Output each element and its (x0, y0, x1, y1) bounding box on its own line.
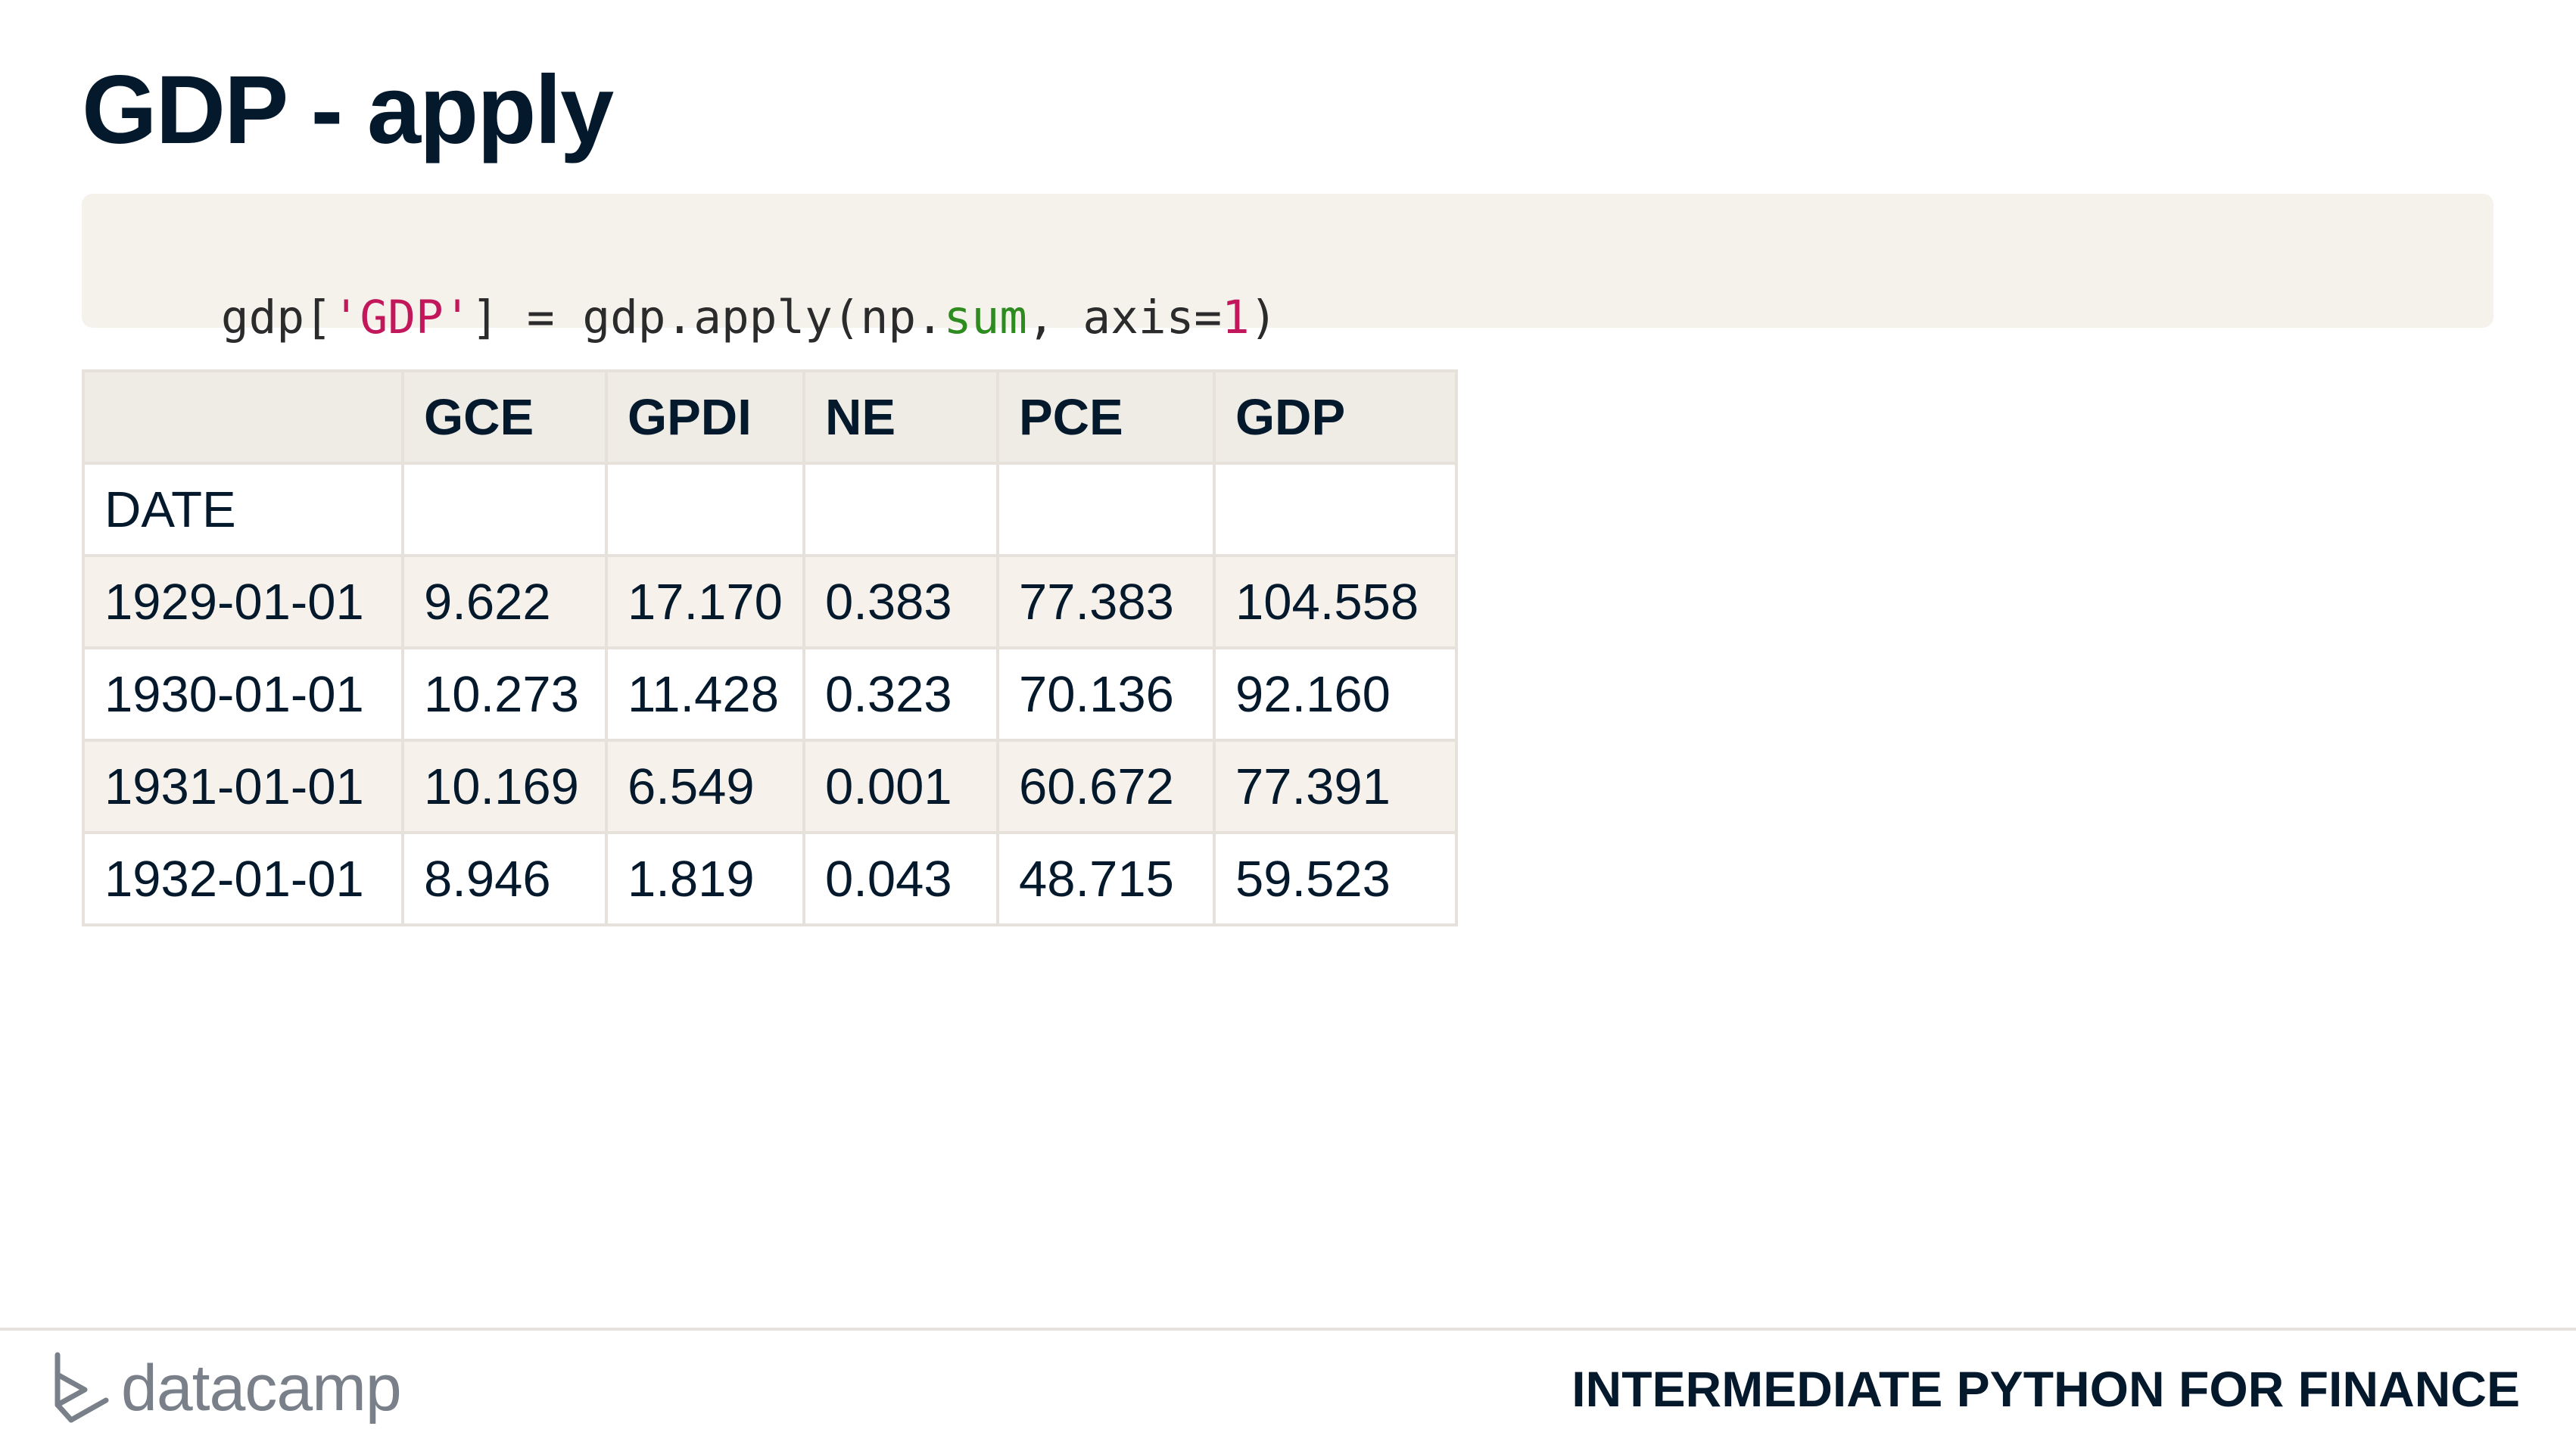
table-cell: 6.549 (605, 739, 805, 834)
column-header-gdp: GDP (1212, 369, 1458, 465)
code-token-string: 'GDP' (332, 291, 472, 344)
code-block: gdp['GDP'] = gdp.apply(np.sum, axis=1) (82, 194, 2493, 344)
table-cell: 8.946 (401, 831, 608, 926)
table-row: 1931-01-01 10.169 6.549 0.001 60.672 77.… (82, 739, 1458, 834)
code-token-function: sum (943, 291, 1027, 344)
table-cell (605, 462, 805, 557)
row-index-cell: 1930-01-01 (82, 646, 404, 742)
table-row: 1930-01-01 10.273 11.428 0.323 70.136 92… (82, 646, 1458, 742)
code-token: , axis= (1026, 291, 1223, 344)
column-header-gce: GCE (401, 369, 608, 465)
column-header-pce: PCE (995, 369, 1216, 465)
row-index-cell: 1931-01-01 (82, 739, 404, 834)
table-cell: 1.819 (605, 831, 805, 926)
table-cell: 10.273 (401, 646, 608, 742)
datacamp-logo: datacamp (51, 1350, 402, 1426)
table-cell: 11.428 (605, 646, 805, 742)
code-token: gdp[ (220, 291, 332, 344)
datacamp-logo-icon (55, 1352, 109, 1423)
table-cell: 9.622 (401, 554, 608, 649)
dataframe-table: GCE GPDI NE PCE GDP DATE 1929-01-01 9.62… (82, 369, 1458, 926)
table-header-row: GCE GPDI NE PCE GDP (82, 369, 1458, 465)
table-cell: 104.558 (1212, 554, 1458, 649)
table-cell: 0.043 (802, 831, 999, 926)
table-cell (1212, 462, 1458, 557)
code-token-number: 1 (1222, 291, 1250, 344)
column-header-ne: NE (802, 369, 999, 465)
table-cell: 48.715 (995, 831, 1216, 926)
table-cell: 59.523 (1212, 831, 1458, 926)
logo-text: datacamp (121, 1351, 402, 1425)
table-cell: 17.170 (605, 554, 805, 649)
footer-divider (0, 1328, 2576, 1331)
index-name-cell: DATE (82, 462, 404, 557)
code-token: ) (1249, 291, 1278, 344)
table-cell: 70.136 (995, 646, 1216, 742)
table-cell: 60.672 (995, 739, 1216, 834)
table-cell: 0.323 (802, 646, 999, 742)
row-index-cell: 1932-01-01 (82, 831, 404, 926)
table-cell: 77.383 (995, 554, 1216, 649)
table-cell: 77.391 (1212, 739, 1458, 834)
page-title: GDP - apply (82, 56, 614, 164)
table-cell: 10.169 (401, 739, 608, 834)
table-cell (401, 462, 608, 557)
table-cell: 0.383 (802, 554, 999, 649)
column-header-index (82, 369, 404, 465)
table-cell (995, 462, 1216, 557)
course-title: INTERMEDIATE PYTHON FOR FINANCE (1571, 1361, 2520, 1417)
index-name-row: DATE (82, 462, 1458, 557)
column-header-gpdi: GPDI (605, 369, 805, 465)
row-index-cell: 1929-01-01 (82, 554, 404, 649)
table-cell (802, 462, 999, 557)
table-cell: 92.160 (1212, 646, 1458, 742)
table-cell: 0.001 (802, 739, 999, 834)
code-token: ] = gdp.apply(np. (471, 291, 944, 344)
table-row: 1929-01-01 9.622 17.170 0.383 77.383 104… (82, 554, 1458, 649)
table-row: 1932-01-01 8.946 1.819 0.043 48.715 59.5… (82, 831, 1458, 926)
